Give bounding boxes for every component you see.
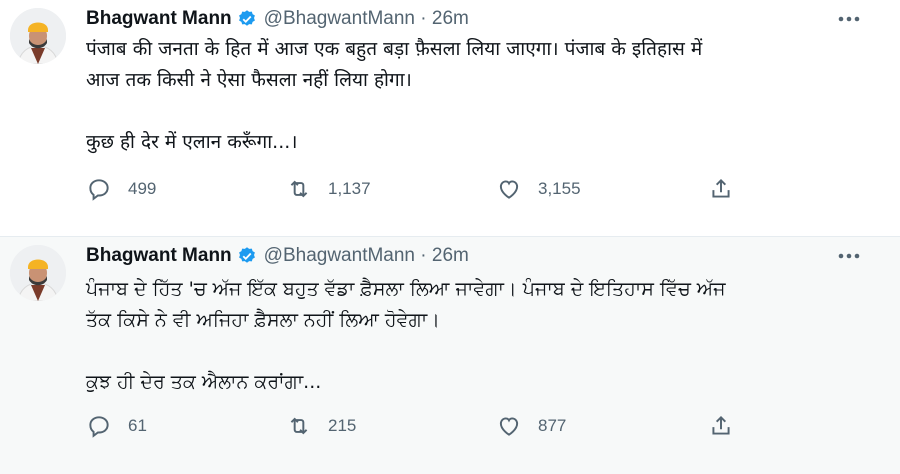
handle-and-time[interactable]: @BhagwantMann · 26m: [264, 8, 469, 30]
verified-icon: [237, 246, 257, 266]
retweet-icon: [290, 180, 308, 198]
reply-count: 499: [128, 179, 157, 198]
retweet-button[interactable]: 1,137: [286, 176, 371, 202]
like-count: 877: [538, 416, 567, 435]
tweet-header: Bhagwant Mann @BhagwantMann · 26m: [86, 243, 469, 269]
tweet-text-spacer: [86, 336, 876, 367]
avatar[interactable]: [10, 8, 66, 64]
retweet-count: 1,137: [328, 179, 371, 198]
reply-button[interactable]: 499: [86, 176, 156, 202]
tweet[interactable]: Bhagwant Mann @BhagwantMann · 26m पंजाब …: [0, 0, 900, 236]
tweet-text: ਪੰਜਾਬ ਦੇ ਹਿੱਤ 'ਚ ਅੱਜ ਇੱਕ ਬਹੁਤ ਵੱਡਾ ਫ਼ੈਸਲ…: [86, 274, 876, 398]
handle-and-time[interactable]: @BhagwantMann · 26m: [264, 245, 469, 267]
share-button[interactable]: [708, 413, 734, 439]
tweet-header: Bhagwant Mann @BhagwantMann · 26m: [86, 6, 469, 32]
more-icon[interactable]: [836, 10, 862, 28]
tweet-text-line: ਪੰਜਾਬ ਦੇ ਹਿੱਤ 'ਚ ਅੱਜ ਇੱਕ ਬਹੁਤ ਵੱਡਾ ਫ਼ੈਸਲ…: [86, 278, 726, 300]
tweet[interactable]: Bhagwant Mann @BhagwantMann · 26m ਪੰਜਾਬ …: [0, 237, 900, 474]
like-button[interactable]: 3,155: [496, 176, 581, 202]
more-icon[interactable]: [836, 247, 862, 265]
tweet-text-line: ਕੁਝ ਹੀ ਦੇਰ ਤਕ ਐਲਾਨ ਕਰਾਂਗਾ...: [86, 371, 322, 393]
tweet-text-spacer: [86, 96, 876, 127]
reply-count: 61: [128, 416, 147, 435]
author-name[interactable]: Bhagwant Mann: [86, 8, 232, 30]
tweet-text-line: आज तक किसी ने ऐसा फैसला नहीं लिया होगा।: [86, 69, 412, 91]
reply-button[interactable]: 61: [86, 413, 147, 439]
tweet-text-line: ਤੱਕ ਕਿਸੇ ਨੇ ਵੀ ਅਜਿਹਾ ਫ਼ੈਸਲਾ ਨਹੀਂ ਲਿਆ ਹੋਵ…: [86, 309, 440, 331]
reply-icon: [89, 416, 109, 438]
retweet-icon: [290, 417, 308, 435]
like-icon: [499, 180, 519, 199]
tweet-actions: 499 1,137 3,155: [86, 176, 766, 206]
like-button[interactable]: 877: [496, 413, 566, 439]
tweet-text: पंजाब की जनता के हित में आज एक बहुत बड़ा…: [86, 34, 876, 158]
tweet-actions: 61 215 877: [86, 413, 766, 443]
tweet-text-line: पंजाब की जनता के हित में आज एक बहुत बड़ा…: [86, 38, 703, 60]
like-icon: [499, 417, 519, 436]
author-name[interactable]: Bhagwant Mann: [86, 245, 232, 267]
verified-icon: [237, 9, 257, 29]
share-icon: [712, 178, 730, 198]
like-count: 3,155: [538, 179, 581, 198]
retweet-count: 215: [328, 416, 357, 435]
reply-icon: [89, 179, 109, 201]
share-button[interactable]: [708, 176, 734, 202]
tweet-text-line: कुछ ही देर में एलान करूँगा...।: [86, 131, 298, 153]
avatar[interactable]: [10, 245, 66, 301]
retweet-button[interactable]: 215: [286, 413, 356, 439]
share-icon: [712, 415, 730, 435]
tweet-feed: Bhagwant Mann @BhagwantMann · 26m पंजाब …: [0, 0, 900, 474]
